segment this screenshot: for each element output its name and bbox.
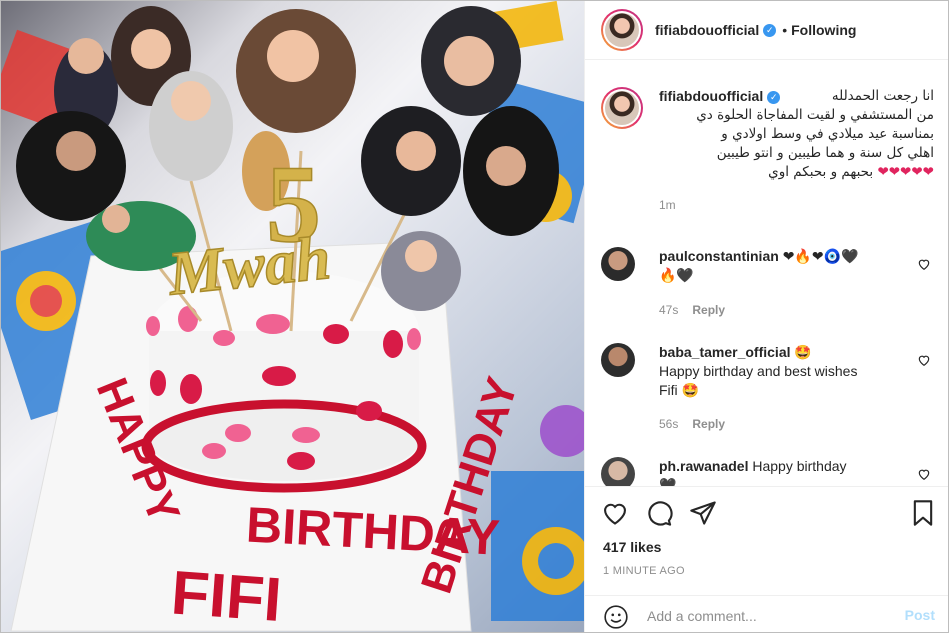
comment-item: ph.rawanadel Happy birthday 🖤 [601, 457, 931, 486]
share-paper-plane-icon[interactable] [689, 499, 717, 527]
post-photo[interactable]: 5 Mwah HAPPY BIRTHDAY BIRTHDAY FIFI [1, 1, 584, 633]
caption-time: 1m [659, 198, 676, 212]
comment-text-continued: 🔥🖤 [659, 267, 694, 283]
comment-time: 56s [659, 417, 679, 431]
caption-line-2: من المستشفي و لقيت المفاجاة الحلوة دي [696, 107, 934, 123]
likes-count[interactable]: 417 likes [603, 539, 661, 555]
follow-button[interactable]: Following [791, 22, 856, 38]
comment-text-continued: Fifi 🤩 [659, 382, 699, 398]
caption-line-5: ❤❤❤❤❤ بحبهم و بحبكم اوي [659, 163, 934, 182]
like-comment-heart-icon[interactable] [917, 467, 931, 481]
verified-badge-icon: ✓ [763, 23, 777, 37]
comment-time: 47s [659, 303, 679, 317]
post-side-panel: fifiabdouofficial ✓ • Following fifiabdo… [584, 1, 948, 632]
like-comment-heart-icon[interactable] [917, 257, 931, 271]
like-comment-heart-icon[interactable] [917, 353, 931, 367]
reply-button[interactable]: Reply [692, 417, 725, 431]
author-avatar[interactable] [601, 9, 643, 51]
commenter-username[interactable]: paulconstantinian [659, 248, 779, 264]
separator-dot: • [782, 22, 788, 38]
post-actions: 417 likes 1 MINUTE AGO Add a comment... … [585, 486, 948, 632]
verified-badge-icon: ✓ [767, 91, 781, 104]
comment-item: paulconstantinian ❤🔥❤🧿🖤 🔥🖤 47s Reply [601, 247, 931, 327]
post-timestamp: 1 MINUTE AGO [603, 565, 685, 577]
comment-text: ❤🔥❤🧿🖤 [782, 248, 859, 264]
comment-text: Happy birthday and best wishes [659, 363, 858, 379]
comment-text-continued: 🖤 [659, 477, 677, 486]
reply-button[interactable]: Reply [692, 303, 725, 317]
comment-input[interactable]: Add a comment... [647, 608, 757, 624]
comments-list[interactable]: fifiabdouofficial ✓ انا رجعت الحمدلله من … [585, 61, 948, 486]
caption-line-5-text: بحبهم و بحبكم اوي [768, 164, 874, 180]
caption-username[interactable]: fifiabdouofficial [659, 88, 763, 104]
comment-text: Happy birthday [752, 458, 847, 474]
commenter-avatar[interactable] [601, 343, 635, 377]
commenter-username[interactable]: ph.rawanadel [659, 458, 748, 474]
add-comment-bar: Add a comment... Post [585, 595, 948, 632]
caption-line-4: اهلي كل سنة و هما طيبين و انتو طيبين [716, 145, 934, 161]
birthday-cake-illustration: 5 Mwah HAPPY BIRTHDAY BIRTHDAY FIFI [1, 1, 584, 633]
comment-item: baba_tamer_official 🤩 Happy birthday and… [601, 343, 931, 433]
comment-emoji: 🤩 [794, 344, 812, 360]
commenter-username[interactable]: baba_tamer_official [659, 344, 791, 360]
like-heart-icon[interactable] [601, 499, 629, 527]
caption-hearts: ❤❤❤❤❤ [877, 164, 934, 180]
author-username[interactable]: fifiabdouofficial [655, 22, 759, 38]
commenter-avatar[interactable] [601, 247, 635, 281]
caption-line-3: بمناسبة عيد ميلادي في وسط اولادي و [721, 126, 934, 142]
post-comment-button[interactable]: Post [905, 607, 935, 623]
caption-author-avatar[interactable] [601, 87, 643, 129]
comment-bubble-icon[interactable] [645, 499, 673, 527]
plate-text-fifi: FIFI [169, 559, 284, 633]
post-header: fifiabdouofficial ✓ • Following [585, 1, 948, 60]
save-bookmark-icon[interactable] [909, 499, 937, 527]
emoji-smiley-icon[interactable] [603, 604, 629, 630]
instagram-post-window: 5 Mwah HAPPY BIRTHDAY BIRTHDAY FIFI fifi… [0, 0, 949, 633]
commenter-avatar[interactable] [601, 457, 635, 486]
